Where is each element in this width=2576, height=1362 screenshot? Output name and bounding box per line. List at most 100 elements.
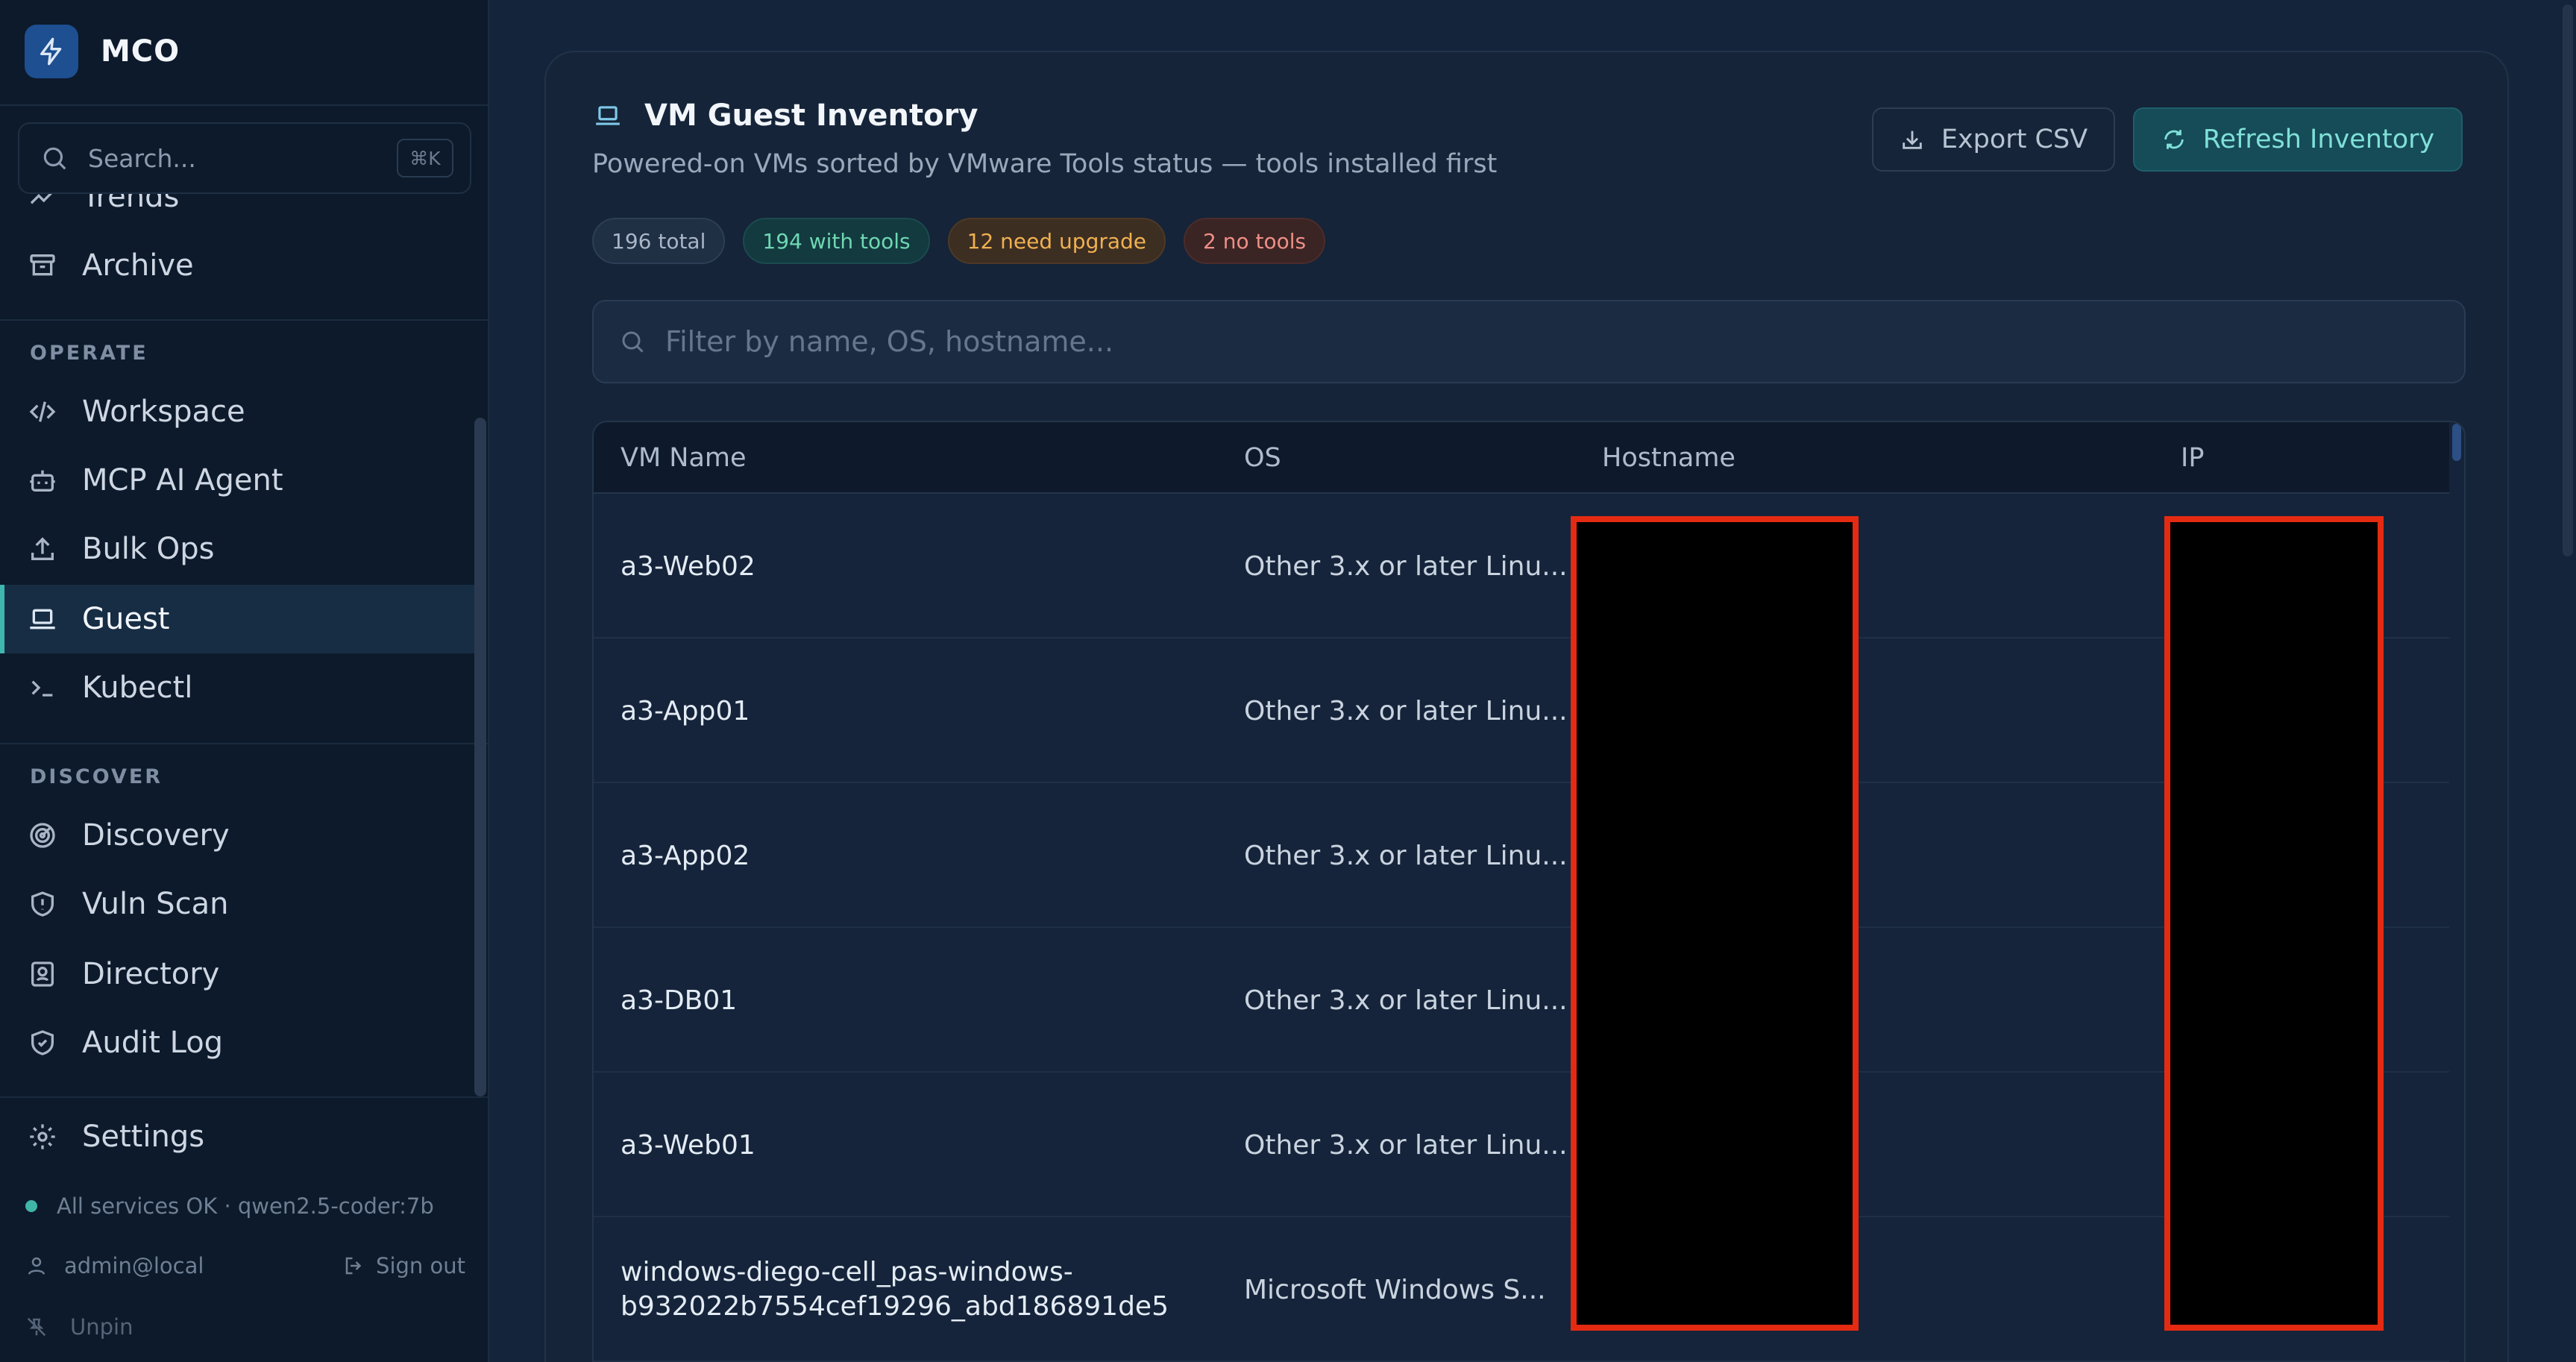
sidebar: MCO Trends Search... ⌘K Archive OPERATE … [0,0,489,1362]
column-header-hostname[interactable]: Hostname [1602,422,1735,494]
shield-alert-icon [25,887,60,921]
sidebar-item-label: Bulk Ops [82,532,215,566]
vm-name-line: windows-diego-cell_pas-windows- [621,1257,1073,1287]
vm-name-cell: a3-App01 [621,695,750,726]
card-header: VM Guest Inventory [594,98,978,133]
brand[interactable]: MCO [25,25,180,78]
table-scrollbar[interactable] [2449,422,2464,1362]
os-cell: Other 3.x or later Linu... [1244,695,1568,726]
filter-input[interactable]: Filter by name, OS, hostname... [592,300,2466,383]
user-icon [25,1255,48,1277]
unpin-button[interactable]: Unpin [25,1314,133,1340]
scrollbar-thumb[interactable] [2452,424,2461,461]
column-header-os[interactable]: OS [1244,422,1281,494]
user-name: admin@local [64,1253,204,1278]
sidebar-item-label: Discovery [82,818,230,853]
brand-name: MCO [101,34,180,69]
refresh-inventory-label: Refresh Inventory [2202,125,2435,154]
divider [0,319,488,321]
status-dot [25,1200,37,1212]
sidebar-item-audit-log[interactable]: Audit Log [0,1008,474,1077]
sidebar-item-directory[interactable]: Directory [0,940,474,1008]
bot-icon [25,463,60,498]
download-icon [1900,127,1925,152]
sidebar-item-vuln-scan[interactable]: Vuln Scan [0,870,474,938]
sidebar-item-bulk-ops[interactable]: Bulk Ops [0,515,474,583]
sidebar-item-discovery[interactable]: Discovery [0,801,474,870]
search-icon [619,328,646,355]
sidebar-item-label: Workspace [82,395,245,429]
os-cell: Other 3.x or later Linu... [1244,985,1568,1016]
export-csv-label: Export CSV [1941,125,2088,154]
badge-with-tools: 194 with tools [743,218,930,264]
sidebar-item-label: Audit Log [82,1026,224,1060]
sidebar-item-label: Guest [82,602,170,636]
page-scrollbar[interactable] [2563,4,2573,556]
sidebar-item-label: Settings [82,1120,205,1154]
vm-name-cell: a3-DB01 [621,985,738,1016]
redaction-box-ip [2164,516,2384,1331]
sidebar-item-label: MCP AI Agent [82,463,283,498]
gear-icon [25,1120,60,1154]
sidebar-item-settings[interactable]: Settings [0,1102,474,1171]
badge-no-tools: 2 no tools [1184,218,1326,264]
divider [0,1096,488,1098]
table-header: VM Name OS Hostname IP [594,422,2452,494]
redaction-box-hostname [1571,516,1859,1331]
badge-total: 196 total [592,218,726,264]
section-title-operate: OPERATE [30,342,148,365]
vm-name-line: b932022b7554cef19296_abd186891de5 [621,1291,1169,1322]
export-csv-button[interactable]: Export CSV [1872,107,2115,172]
vm-name-cell: windows-diego-cell_pas-windows- b932022b… [621,1217,1169,1362]
search-input[interactable]: Search... ⌘K [18,122,471,194]
radar-icon [25,818,60,853]
sidebar-item-label: Archive [82,248,194,283]
unpin-icon [25,1316,48,1338]
column-header-ip[interactable]: IP [2181,422,2204,494]
refresh-icon [2161,127,2187,152]
sidebar-item-archive[interactable]: Archive [0,231,474,300]
sign-out-icon [343,1255,365,1277]
sidebar-item-workspace[interactable]: Workspace [0,377,474,446]
service-status: All services OK · qwen2.5-coder:7b [25,1193,434,1219]
sidebar-item-mcp-ai-agent[interactable]: MCP AI Agent [0,446,474,515]
contact-icon [25,957,60,991]
search-placeholder: Search... [88,143,196,173]
page-subtitle: Powered-on VMs sorted by VMware Tools st… [592,149,1498,179]
os-cell: Other 3.x or later Linu... [1244,1129,1568,1161]
archive-icon [25,248,60,283]
lightning-icon [25,25,78,78]
divider [0,104,488,106]
filter-placeholder: Filter by name, OS, hostname... [665,325,1114,358]
page-title: VM Guest Inventory [644,98,978,133]
shortcut-hint: ⌘K [397,139,453,178]
vm-name-cell: a3-Web02 [621,550,755,582]
vm-name-cell: a3-App02 [621,840,750,871]
terminal-icon [25,671,60,705]
status-badges: 196 total 194 with tools 12 need upgrade… [592,218,1343,264]
sidebar-item-label: Vuln Scan [82,887,229,921]
column-header-vm-name[interactable]: VM Name [621,422,747,494]
code-icon [25,395,60,429]
refresh-inventory-button[interactable]: Refresh Inventory [2133,107,2463,172]
badge-need-upgrade: 12 need upgrade [947,218,1166,264]
section-title-discover: DISCOVER [30,765,163,788]
vm-name-cell: a3-Web01 [621,1129,755,1161]
sidebar-item-label: Directory [82,957,220,991]
laptop-icon [25,602,60,636]
divider [0,743,488,744]
user-info: admin@local Sign out [25,1253,465,1278]
status-text: All services OK · qwen2.5-coder:7b [57,1193,434,1219]
laptop-icon [594,101,622,130]
sidebar-item-label: Kubectl [82,671,193,705]
unpin-label: Unpin [70,1314,133,1340]
sidebar-scrollbar[interactable] [474,418,486,1096]
search-icon [40,144,69,172]
os-cell: Other 3.x or later Linu... [1244,840,1568,871]
os-cell: Other 3.x or later Linu... [1244,550,1568,582]
sidebar-item-guest[interactable]: Guest [0,585,474,653]
upload-icon [25,532,60,566]
sidebar-item-kubectl[interactable]: Kubectl [0,653,474,722]
sign-out-button[interactable]: Sign out [343,1253,465,1278]
os-cell: Microsoft Windows S... [1244,1274,1546,1305]
